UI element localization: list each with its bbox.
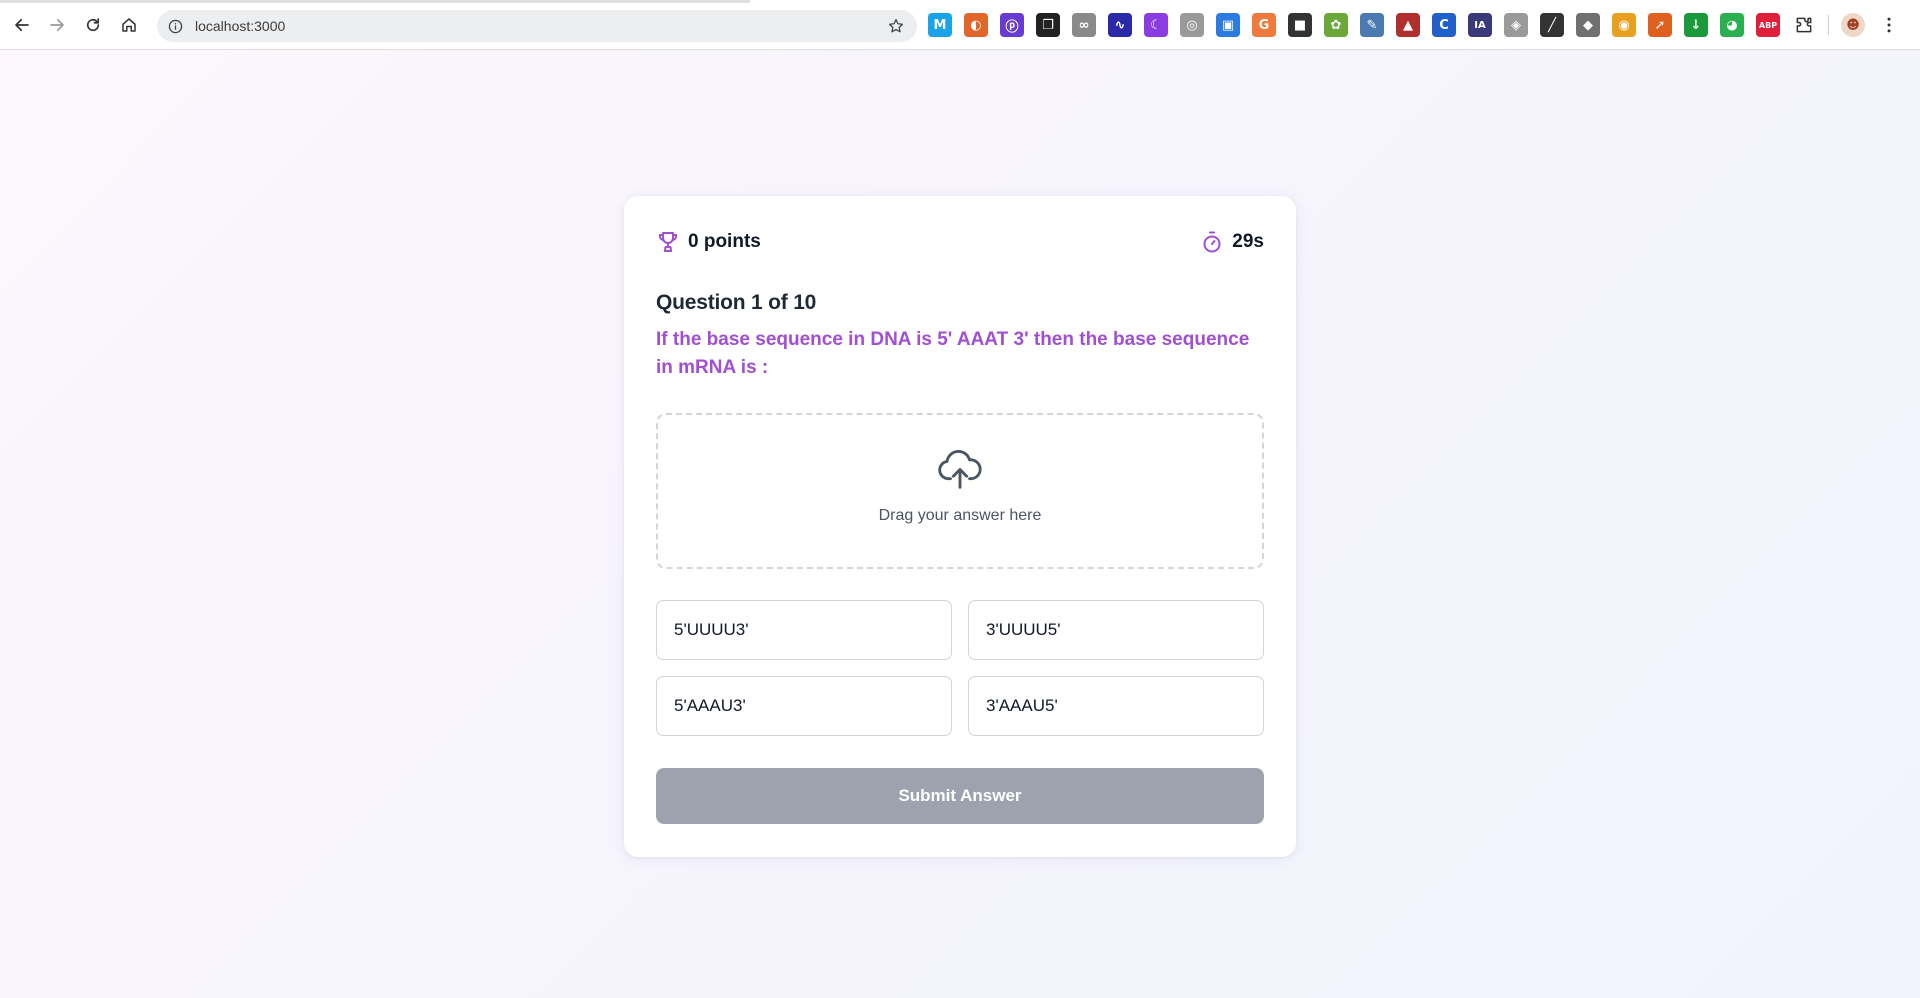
copy-extension-icon[interactable]: ❐ bbox=[1036, 13, 1060, 37]
answer-options: 5'UUUU3' 3'UUUU5' 5'AAAU3' 3'AAAU5' bbox=[656, 600, 1264, 736]
timer-text: 29s bbox=[1232, 231, 1264, 252]
bookmark-star-icon[interactable] bbox=[887, 17, 905, 35]
pen-extension-icon[interactable]: ╱ bbox=[1540, 13, 1564, 37]
answer-option-1[interactable]: 5'UUUU3' bbox=[656, 600, 952, 660]
target-extension-icon[interactable]: ◈ bbox=[1504, 13, 1528, 37]
ia-extension-icon[interactable]: IA bbox=[1468, 13, 1492, 37]
quiz-card: 0 points 29s Question 1 of 10 If the bas… bbox=[624, 196, 1296, 857]
profile-avatar-icon[interactable]: ☻ bbox=[1841, 13, 1865, 37]
home-button[interactable] bbox=[116, 12, 142, 38]
dropzone-label: Drag your answer here bbox=[878, 507, 1042, 524]
reload-icon bbox=[86, 18, 100, 32]
c-extension-icon[interactable]: C bbox=[1432, 13, 1456, 37]
answer-option-3[interactable]: 5'AAAU3' bbox=[656, 676, 952, 736]
download-extension-icon[interactable]: ↓ bbox=[1684, 13, 1708, 37]
hat-extension-icon[interactable]: ▲ bbox=[1396, 13, 1420, 37]
trophy-icon bbox=[659, 232, 677, 252]
arrow-extension-icon[interactable]: ➚ bbox=[1648, 13, 1672, 37]
moon-extension-icon[interactable]: ☾ bbox=[1144, 13, 1168, 37]
home-icon bbox=[122, 18, 136, 32]
camera-extension-icon[interactable]: ◎ bbox=[1180, 13, 1204, 37]
chart-extension-icon[interactable]: ∿ bbox=[1108, 13, 1132, 37]
forward-arrow-icon bbox=[50, 18, 64, 32]
screen-extension-icon[interactable]: ▣ bbox=[1216, 13, 1240, 37]
m-extension-icon[interactable]: M bbox=[928, 13, 952, 37]
answer-dropzone[interactable]: Drag your answer here bbox=[656, 413, 1264, 569]
timer-display: 29s bbox=[1200, 230, 1264, 254]
forward-button[interactable] bbox=[44, 12, 70, 38]
reload-button[interactable] bbox=[80, 12, 106, 38]
shield-extension-icon[interactable]: ◆ bbox=[1576, 13, 1600, 37]
answer-option-4[interactable]: 3'AAAU5' bbox=[968, 676, 1264, 736]
url-text[interactable]: localhost:3000 bbox=[195, 18, 285, 34]
browser-menu-icon[interactable] bbox=[1877, 13, 1901, 37]
site-info-icon[interactable] bbox=[167, 18, 183, 34]
back-arrow-icon bbox=[15, 18, 29, 32]
train-extension-icon[interactable]: ■ bbox=[1288, 13, 1312, 37]
swirl-extension-icon[interactable]: ◐ bbox=[964, 13, 988, 37]
score-text: 0 points bbox=[688, 231, 761, 252]
back-button[interactable] bbox=[9, 12, 35, 38]
tool-extension-icon[interactable]: ✎ bbox=[1360, 13, 1384, 37]
score-display: 0 points bbox=[656, 230, 761, 254]
link-extension-icon[interactable]: ∞ bbox=[1072, 13, 1096, 37]
submit-answer-button[interactable]: Submit Answer bbox=[656, 768, 1264, 824]
loading-indicator bbox=[0, 0, 750, 3]
p-extension-icon[interactable]: ⓟ bbox=[1000, 13, 1024, 37]
extensions-puzzle-icon[interactable] bbox=[1792, 13, 1816, 37]
extensions-bar: M ◐ ⓟ ❐ ∞ ∿ ☾ ◎ ▣ G ■ ✿ ✎ ▲ C IA ◈ ╱ ◆ ◉ ➚ ↓ ◕ ABP ☻ bbox=[928, 13, 1901, 37]
stopwatch-icon bbox=[1203, 231, 1221, 253]
cloud-upload-icon bbox=[938, 449, 982, 489]
chrome-extension-icon[interactable]: ◉ bbox=[1612, 13, 1636, 37]
browser-toolbar: localhost:3000 M ◐ ⓟ ❐ ∞ ∿ ☾ ◎ ▣ G ■ ✿ ✎ ▲ C IA ◈ ╱ ◆ ◉ ➚ ↓ ◕ A… bbox=[0, 0, 1920, 50]
leaf-extension-icon[interactable]: ✿ bbox=[1324, 13, 1348, 37]
question-counter: Question 1 of 10 bbox=[656, 291, 817, 314]
eye-extension-icon[interactable]: ◕ bbox=[1720, 13, 1744, 37]
abp-extension-icon[interactable]: ABP bbox=[1756, 13, 1780, 37]
question-text: If the base sequence in DNA is 5' AAAT 3… bbox=[656, 329, 1250, 378]
g-extension-icon[interactable]: G bbox=[1252, 13, 1276, 37]
toolbar-separator bbox=[1828, 15, 1829, 35]
answer-option-2[interactable]: 3'UUUU5' bbox=[968, 600, 1264, 660]
address-bar[interactable]: localhost:3000 bbox=[157, 10, 917, 42]
